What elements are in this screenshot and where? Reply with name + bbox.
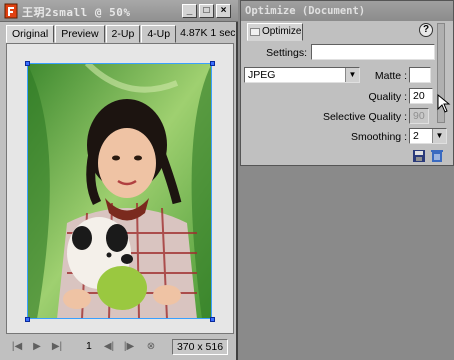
- first-frame-icon[interactable]: |◀: [10, 340, 24, 354]
- selection-handle[interactable]: [210, 61, 215, 66]
- optimize-title-bar[interactable]: Optimize (Document): [241, 1, 453, 21]
- quality-field[interactable]: 20: [409, 88, 433, 104]
- matte-label: Matte :: [374, 70, 407, 82]
- close-button[interactable]: ×: [216, 4, 231, 18]
- tab-original[interactable]: Original: [6, 25, 55, 43]
- help-icon[interactable]: ?: [419, 23, 433, 37]
- smoothing-label: Smoothing :: [350, 131, 407, 143]
- previous-frame-icon[interactable]: ◀|: [102, 340, 116, 354]
- document-canvas[interactable]: [6, 43, 234, 334]
- settings-label: Settings:: [266, 47, 307, 59]
- trash-icon[interactable]: [429, 149, 445, 163]
- frame-number: 1: [86, 340, 92, 352]
- format-dropdown[interactable]: JPEG ▼: [244, 67, 360, 83]
- smoothing-dropdown[interactable]: 2 ▼: [409, 128, 447, 144]
- file-info: 4.87K 1 sec @28.8: [177, 25, 235, 43]
- view-tabs: Original Preview 2-Up 4-Up 4.87K 1 sec @…: [6, 25, 236, 43]
- document-title-bar[interactable]: 王玥2small @ 50% _ □ ×: [0, 0, 238, 22]
- optimize-panel-title: Optimize (Document): [245, 5, 366, 17]
- selection-handle[interactable]: [25, 317, 30, 322]
- optimize-tab-label: Optimize: [262, 26, 302, 37]
- chevron-down-icon[interactable]: ▼: [432, 129, 446, 143]
- fireworks-app-icon: [4, 3, 18, 19]
- document-window: 王玥2small @ 50% _ □ × Original Preview 2-…: [0, 0, 238, 360]
- optimize-tab[interactable]: Optimize: [247, 23, 303, 41]
- optimize-tab-icon: [250, 28, 260, 36]
- quality-label: Quality :: [368, 91, 407, 103]
- document-title: 王玥2small @ 50%: [22, 6, 131, 19]
- maximize-button[interactable]: □: [199, 4, 214, 18]
- tab-2-up[interactable]: 2-Up: [105, 25, 141, 43]
- next-frame-icon[interactable]: |▶: [122, 340, 136, 354]
- stop-icon[interactable]: ⊗: [144, 340, 158, 354]
- matte-color-swatch[interactable]: [409, 67, 431, 83]
- tab-4-up[interactable]: 4-Up: [141, 25, 177, 43]
- photo-image[interactable]: [27, 63, 212, 319]
- play-icon[interactable]: ▶: [30, 340, 44, 354]
- smoothing-value: 2: [413, 130, 419, 142]
- chevron-down-icon[interactable]: ▼: [345, 68, 359, 82]
- minimize-button[interactable]: _: [182, 4, 197, 18]
- settings-field[interactable]: [311, 44, 435, 60]
- status-bar: |◀ ▶ ▶| 1 ◀| |▶ ⊗ 370 x 516: [6, 337, 234, 357]
- save-settings-icon[interactable]: [411, 149, 427, 163]
- selection-handle[interactable]: [210, 317, 215, 322]
- selective-quality-field: 90: [409, 108, 429, 124]
- last-frame-icon[interactable]: ▶|: [50, 340, 64, 354]
- mouse-cursor-icon: [437, 94, 451, 113]
- selective-quality-label: Selective Quality :: [322, 111, 407, 123]
- selection-handle[interactable]: [25, 61, 30, 66]
- tab-preview[interactable]: Preview: [55, 25, 105, 43]
- format-value: JPEG: [248, 69, 276, 81]
- image-dimensions: 370 x 516: [172, 339, 228, 355]
- optimize-panel: Optimize (Document) Optimize ? Settings:…: [240, 0, 454, 166]
